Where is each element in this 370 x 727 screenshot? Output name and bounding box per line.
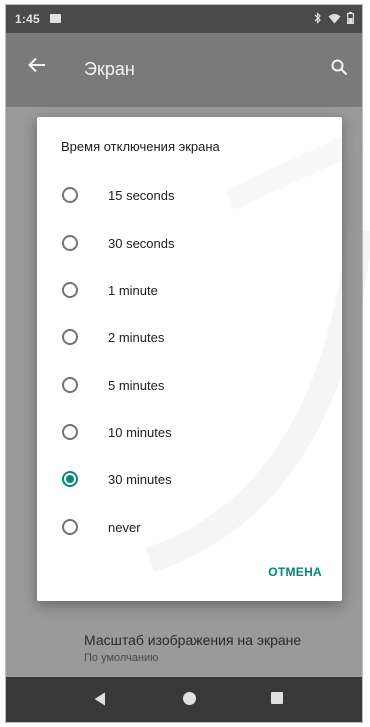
option-never[interactable]: never: [37, 507, 342, 553]
nav-recents-icon[interactable]: [271, 692, 283, 704]
battery-icon: [347, 12, 354, 24]
option-label: 10 minutes: [108, 425, 172, 440]
radio-button[interactable]: [62, 519, 78, 535]
option-label: never: [108, 520, 141, 535]
page-title: Экран: [84, 59, 135, 79]
radio-button[interactable]: [62, 282, 78, 298]
option-10-minutes[interactable]: 10 minutes: [37, 412, 342, 458]
option-2-minutes[interactable]: 2 minutes: [37, 317, 342, 363]
cancel-button[interactable]: ОТМЕНА: [268, 565, 322, 579]
option-label: 30 minutes: [108, 472, 172, 487]
status-time: 1:45: [15, 12, 40, 26]
setting-summary: По умолчанию: [84, 652, 159, 664]
device-frame: 1:45 Экран Масштаб изображения на экране…: [5, 4, 363, 723]
radio-button[interactable]: [62, 187, 78, 203]
status-bar: 1:45: [6, 5, 362, 33]
option-label: 15 seconds: [108, 188, 175, 203]
radio-button[interactable]: [62, 235, 78, 251]
option-1-minute[interactable]: 1 minute: [37, 270, 342, 316]
option-5-minutes[interactable]: 5 minutes: [37, 365, 342, 411]
nav-home-icon[interactable]: [183, 692, 196, 705]
search-icon[interactable]: [331, 59, 348, 76]
radio-button[interactable]: [62, 329, 78, 345]
nav-back-icon[interactable]: [94, 692, 106, 706]
radio-button-selected[interactable]: [62, 471, 78, 487]
notification-icon: [50, 14, 61, 23]
navigation-bar: [6, 677, 362, 722]
option-15-seconds[interactable]: 15 seconds: [37, 175, 342, 221]
option-label: 2 minutes: [108, 330, 165, 345]
option-label: 5 minutes: [108, 378, 165, 393]
radio-button[interactable]: [62, 377, 78, 393]
bluetooth-icon: [314, 12, 321, 24]
wifi-icon: [328, 13, 341, 23]
back-arrow-icon[interactable]: [28, 57, 46, 73]
status-icons: [314, 12, 354, 24]
radio-button[interactable]: [62, 424, 78, 440]
app-bar: Экран: [6, 33, 362, 107]
setting-item-display-size[interactable]: Масштаб изображения на экране По умолчан…: [84, 632, 301, 664]
option-30-seconds[interactable]: 30 seconds: [37, 223, 342, 269]
option-label: 1 minute: [108, 283, 158, 298]
option-30-minutes[interactable]: 30 minutes: [37, 459, 342, 505]
setting-title: Масштаб изображения на экране: [84, 632, 302, 648]
option-label: 30 seconds: [108, 236, 175, 251]
dialog-title: Время отключения экрана: [61, 139, 220, 154]
screen-timeout-dialog: Время отключения экрана 15 seconds 30 se…: [37, 117, 342, 601]
